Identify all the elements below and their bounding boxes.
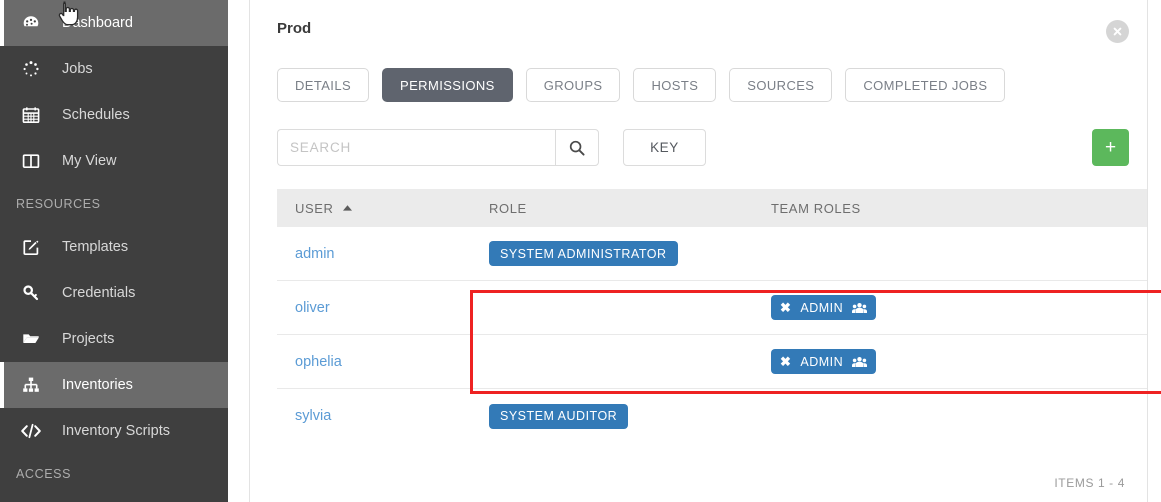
folder-icon <box>16 326 46 352</box>
sidebar-item-label: Inventories <box>62 377 133 393</box>
edit-square-icon <box>16 234 46 260</box>
columns-icon <box>16 148 46 174</box>
search-group <box>277 129 599 166</box>
team-users-icon <box>852 356 868 368</box>
sidebar-item-templates[interactable]: Templates <box>0 224 228 270</box>
sidebar-section-label: ACCESS <box>16 467 72 481</box>
key-icon <box>16 280 46 306</box>
table-header-row: USER ROLE TEAM ROLES <box>277 189 1147 227</box>
table-row: oliver ✖ ADMIN <box>277 281 1147 335</box>
table-row: sylvia SYSTEM AUDITOR <box>277 389 1147 443</box>
sidebar-item-label: Templates <box>62 239 129 255</box>
remove-role-icon[interactable]: ✖ <box>780 301 791 314</box>
user-link[interactable]: admin <box>277 246 489 262</box>
dashboard-icon <box>16 10 46 36</box>
user-link[interactable]: sylvia <box>277 408 489 424</box>
search-icon <box>569 140 585 156</box>
sidebar-item-label: Dashboard <box>62 15 133 31</box>
add-permission-button[interactable]: + <box>1092 129 1129 166</box>
sidebar-item-label: Schedules <box>62 107 130 123</box>
sidebar-item-inventory-scripts[interactable]: Inventory Scripts <box>0 408 228 454</box>
role-cell: SYSTEM AUDITOR <box>489 403 771 429</box>
sidebar-section-label: RESOURCES <box>16 197 101 211</box>
code-icon <box>16 418 46 444</box>
sort-ascending-caret-icon <box>342 205 352 211</box>
page-title: Prod <box>277 20 312 37</box>
jobs-spinner-icon <box>16 56 46 82</box>
app-window: Dashboard Jobs Schedules My View RESOURC… <box>0 0 1161 502</box>
team-users-icon <box>852 302 868 314</box>
table-row: ophelia ✖ ADMIN <box>277 335 1147 389</box>
user-link[interactable]: ophelia <box>277 354 489 370</box>
role-badge[interactable]: SYSTEM AUDITOR <box>489 403 629 429</box>
sidebar: Dashboard Jobs Schedules My View RESOURC… <box>0 0 228 502</box>
remove-role-icon[interactable]: ✖ <box>780 355 791 368</box>
sidebar-item-inventories[interactable]: Inventories <box>0 362 228 408</box>
column-header-user[interactable]: USER <box>277 201 489 216</box>
sidebar-item-dashboard[interactable]: Dashboard <box>0 0 228 46</box>
close-icon[interactable] <box>1106 20 1129 43</box>
sidebar-section-access: ACCESS <box>0 454 228 494</box>
team-role-label: ADMIN <box>800 354 844 369</box>
close-glyph <box>1113 27 1122 36</box>
tab-groups[interactable]: GROUPS <box>525 68 621 102</box>
team-role-label: ADMIN <box>800 300 844 315</box>
tab-bar: DETAILS PERMISSIONS GROUPS HOSTS SOURCES… <box>277 68 1006 102</box>
pagination-items-label: ITEMS 1 - 4 <box>1054 476 1125 490</box>
column-header-role[interactable]: ROLE <box>489 201 771 216</box>
role-cell: SYSTEM ADMINISTRATOR <box>489 241 771 266</box>
team-roles-cell: ✖ ADMIN <box>771 295 1147 320</box>
search-button[interactable] <box>555 129 599 166</box>
tab-completed-jobs[interactable]: COMPLETED JOBS <box>845 68 1006 102</box>
toolbar: KEY + <box>277 129 1129 166</box>
calendar-icon <box>16 102 46 128</box>
sidebar-item-my-view[interactable]: My View <box>0 138 228 184</box>
user-link[interactable]: oliver <box>277 300 489 316</box>
sidebar-item-schedules[interactable]: Schedules <box>0 92 228 138</box>
sidebar-item-projects[interactable]: Projects <box>0 316 228 362</box>
team-role-badge[interactable]: ✖ ADMIN <box>771 295 877 320</box>
main-content: Prod DETAILS PERMISSIONS GROUPS HOSTS SO… <box>228 0 1161 502</box>
sidebar-item-label: Projects <box>62 331 115 347</box>
column-header-team-roles[interactable]: TEAM ROLES <box>771 201 1147 216</box>
search-input[interactable] <box>277 129 555 166</box>
tab-sources[interactable]: SOURCES <box>729 68 833 102</box>
permissions-table: USER ROLE TEAM ROLES admin SYSTEM ADMINI… <box>277 189 1147 443</box>
column-header-label: USER <box>295 200 334 216</box>
table-row: admin SYSTEM ADMINISTRATOR <box>277 227 1147 281</box>
inventory-detail-panel: Prod DETAILS PERMISSIONS GROUPS HOSTS SO… <box>249 0 1148 502</box>
team-roles-cell: ✖ ADMIN <box>771 349 1147 374</box>
tab-hosts[interactable]: HOSTS <box>633 68 717 102</box>
sitemap-icon <box>16 372 46 398</box>
key-button[interactable]: KEY <box>623 129 706 166</box>
sidebar-item-label: Inventory Scripts <box>62 423 170 439</box>
sidebar-item-label: My View <box>62 153 117 169</box>
role-badge[interactable]: SYSTEM ADMINISTRATOR <box>489 241 678 266</box>
tab-permissions[interactable]: PERMISSIONS <box>382 68 513 102</box>
sidebar-item-label: Credentials <box>62 285 136 301</box>
sidebar-item-jobs[interactable]: Jobs <box>0 46 228 92</box>
sidebar-section-resources: RESOURCES <box>0 184 228 224</box>
sidebar-item-credentials[interactable]: Credentials <box>0 270 228 316</box>
tab-details[interactable]: DETAILS <box>277 68 370 102</box>
team-role-badge[interactable]: ✖ ADMIN <box>771 349 877 374</box>
sidebar-item-label: Jobs <box>62 61 93 77</box>
